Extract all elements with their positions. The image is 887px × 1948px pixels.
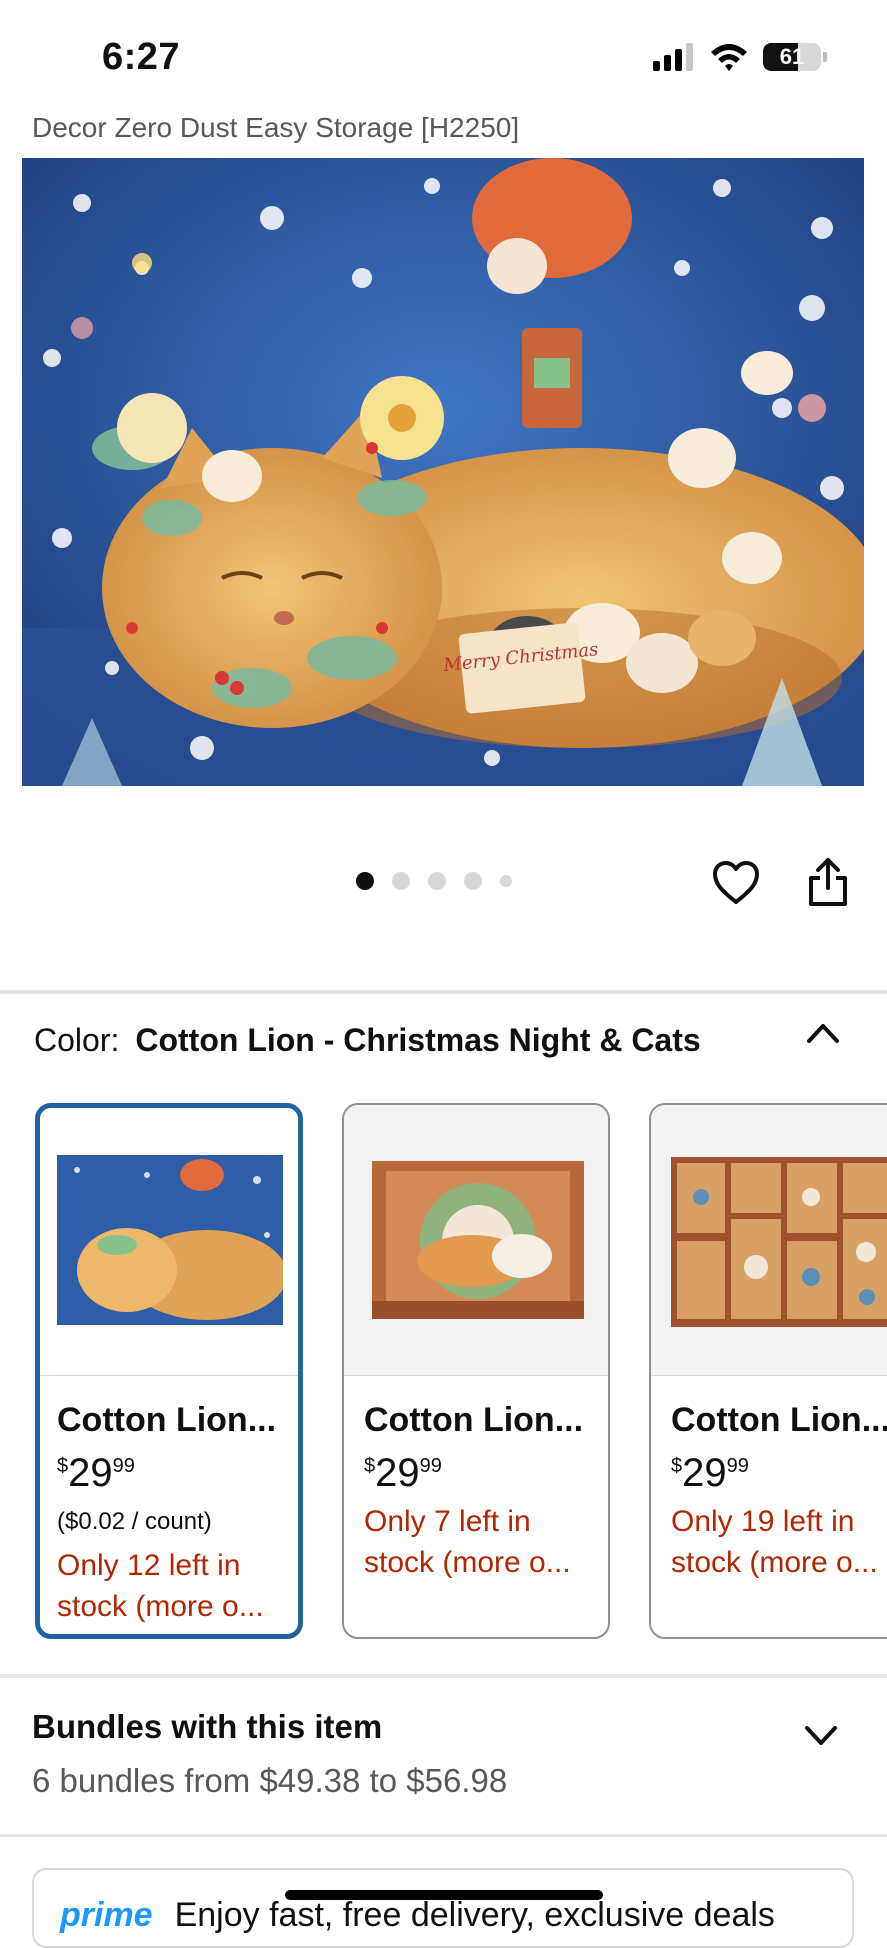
wishlist-heart-button[interactable]: [712, 860, 760, 909]
swatch-image-cat-shelves: [671, 1157, 887, 1327]
swatch-name: Cotton Lion...: [57, 1401, 277, 1439]
status-time: 6:27: [102, 36, 181, 78]
bundles-subtitle: 6 bundles from $49.38 to $56.98: [32, 1762, 508, 1799]
swatch-image-christmas-night-cats: [57, 1155, 283, 1325]
swatch-price: $29 99: [57, 1451, 135, 1496]
swatch-image-shiba-wreath: [372, 1161, 584, 1319]
price-whole: 29: [375, 1451, 420, 1495]
bundles-title[interactable]: Bundles with this item: [32, 1708, 382, 1746]
unit-price: ($0.02 / count): [57, 1508, 212, 1535]
color-swatch-option[interactable]: Cotton Lion... $29 99 ($0.02 / count) Onl…: [35, 1103, 303, 1639]
swatch-thumbnail: [344, 1105, 608, 1376]
swatch-thumbnail: [40, 1108, 298, 1376]
cellular-signal-icon: [653, 43, 693, 71]
stock-status: Only 12 left in stock (more o...: [57, 1545, 297, 1627]
price-currency: $: [57, 1455, 69, 1477]
stock-line: Only 7 left in: [364, 1505, 531, 1538]
status-icons: 61: [653, 42, 827, 72]
prime-logo: prime: [60, 1896, 153, 1934]
wifi-icon: [711, 44, 747, 71]
prime-banner-text: prime Enjoy fast, free delivery, exclusiv…: [60, 1896, 775, 1935]
section-divider: [0, 990, 887, 994]
price-fraction: 99: [112, 1455, 135, 1477]
stock-status: Only 19 left in stock (more o...: [671, 1501, 887, 1583]
stock-line: Only 19 left in: [671, 1505, 855, 1538]
battery-tip: [823, 52, 827, 62]
image-carousel-dots: [356, 872, 512, 890]
carousel-dot[interactable]: [500, 875, 512, 887]
stock-line: Only 12 left in: [57, 1549, 241, 1582]
price-whole: 29: [682, 1451, 727, 1495]
price-fraction: 99: [726, 1455, 749, 1477]
color-value: Cotton Lion - Christmas Night & Cats: [135, 1022, 701, 1058]
expand-bundles-button[interactable]: [804, 1724, 838, 1749]
battery-icon: 61: [763, 43, 821, 71]
product-title: Decor Zero Dust Easy Storage [H2250]: [32, 112, 520, 143]
swatch-thumbnail: [651, 1105, 887, 1376]
carousel-dot[interactable]: [392, 872, 410, 890]
carousel-dot[interactable]: [428, 872, 446, 890]
product-image[interactable]: Merry Christmas: [22, 158, 864, 786]
color-swatch-option[interactable]: Cotton Lion... $29 99 Only 19 left in sto…: [649, 1103, 887, 1639]
home-indicator[interactable]: [285, 1890, 603, 1900]
share-button[interactable]: [806, 856, 850, 911]
status-bar: 6:27 61: [0, 0, 887, 110]
price-whole: 29: [68, 1451, 113, 1495]
swatch-price: $29 99: [364, 1451, 442, 1496]
stock-line: stock (more o...: [57, 1590, 264, 1623]
chevron-up-icon: [807, 1024, 839, 1043]
color-selector-header[interactable]: Color: Cotton Lion - Christmas Night & Ca…: [34, 1022, 701, 1059]
prime-message: Enjoy fast, free delivery, exclusive dea…: [174, 1896, 775, 1934]
chevron-down-icon: [805, 1726, 837, 1745]
swatch-price: $29 99: [671, 1451, 749, 1496]
share-icon: [809, 858, 847, 906]
price-currency: $: [671, 1455, 683, 1477]
swatch-name: Cotton Lion...: [364, 1401, 584, 1439]
color-swatch-option[interactable]: Cotton Lion... $29 99 Only 7 left in stoc…: [342, 1103, 610, 1639]
collapse-color-button[interactable]: [806, 1022, 840, 1047]
color-label: Color:: [34, 1022, 120, 1058]
product-image-artwork: Merry Christmas: [22, 158, 864, 786]
stock-line: stock (more o...: [671, 1546, 878, 1579]
carousel-dot[interactable]: [464, 872, 482, 890]
price-currency: $: [364, 1455, 376, 1477]
heart-icon: [713, 861, 759, 904]
price-fraction: 99: [419, 1455, 442, 1477]
swatch-name: Cotton Lion...: [671, 1401, 887, 1439]
carousel-dot[interactable]: [356, 872, 374, 890]
stock-status: Only 7 left in stock (more o...: [364, 1501, 604, 1583]
battery-percent: 61: [779, 44, 805, 69]
section-divider: [0, 1834, 887, 1837]
stock-line: stock (more o...: [364, 1546, 571, 1579]
section-divider: [0, 1674, 887, 1678]
